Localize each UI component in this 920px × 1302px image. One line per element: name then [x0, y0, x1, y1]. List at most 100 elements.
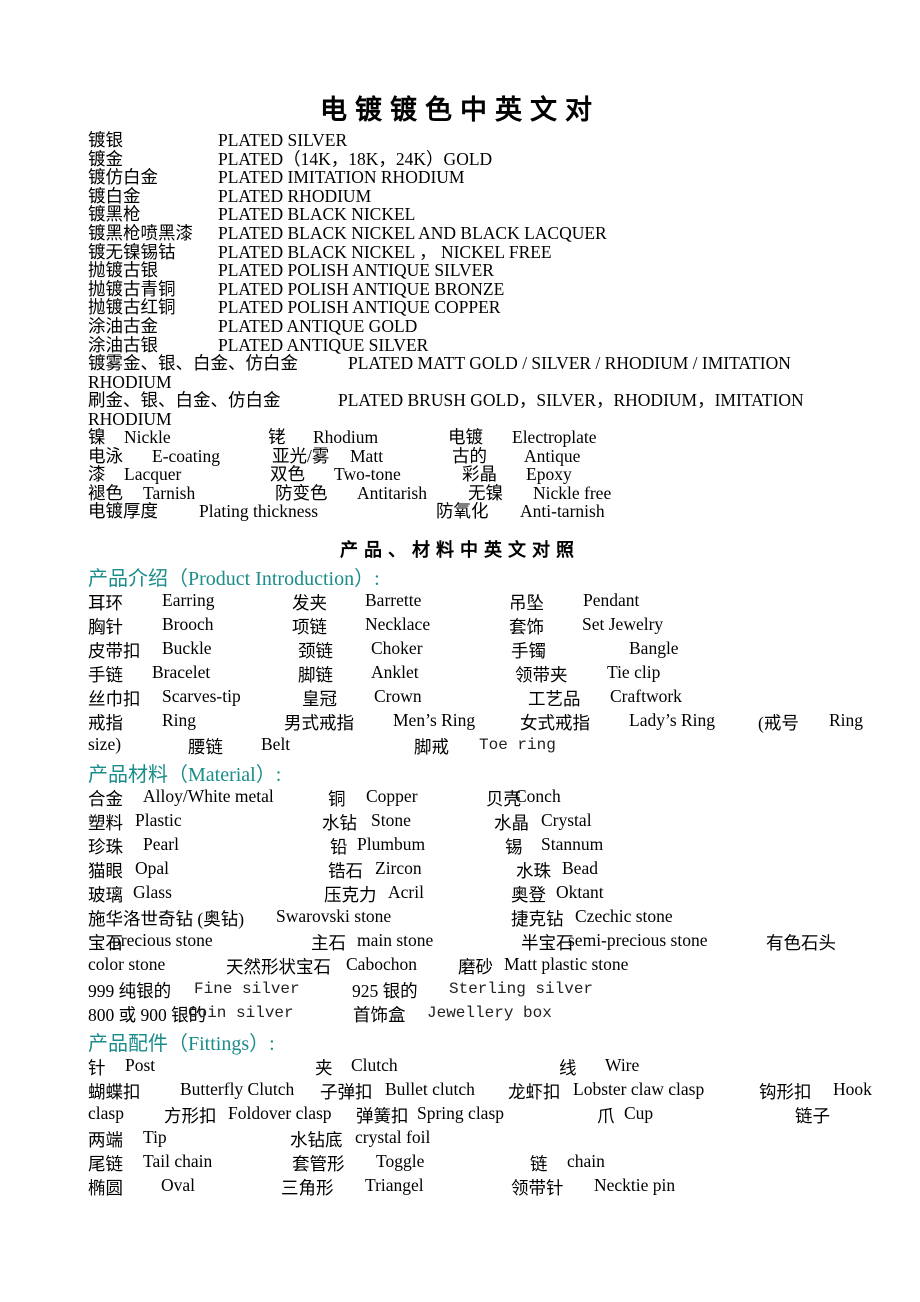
- term-english: Epoxy: [526, 464, 572, 485]
- term-english: Ring: [162, 710, 197, 730]
- term-chinese: 水钻: [322, 813, 357, 833]
- term-english: Swarovski stone: [276, 906, 392, 926]
- term-chinese: 奥登: [511, 885, 546, 905]
- term-english: PLATED SILVER: [218, 130, 348, 150]
- term-chinese: 半宝石: [521, 933, 574, 953]
- term-chinese: 发夹: [292, 593, 327, 613]
- term-chinese: 胸针: [88, 617, 123, 637]
- term-english: Barrette: [365, 590, 422, 610]
- term-chinese: 皇冠: [302, 689, 337, 709]
- term-chinese: 耳环: [88, 593, 123, 613]
- term-chinese: 抛镀古红铜: [88, 297, 176, 318]
- term-english: Antique: [524, 445, 581, 466]
- term-english: clasp: [88, 1103, 124, 1123]
- term-chinese: 镀银: [88, 130, 123, 150]
- term-chinese: 蝴蝶扣: [88, 1082, 141, 1102]
- term-chinese: 龙虾扣: [508, 1082, 561, 1102]
- section-subtitle: 产品、材料中英文对照: [340, 540, 580, 560]
- material-heading: 产品材料（Material）:: [88, 764, 282, 786]
- term-english: Plastic: [135, 810, 182, 830]
- term-chinese: 铅: [330, 837, 348, 857]
- term-chinese: 双色: [270, 464, 305, 485]
- term-chinese: 抛镀古青铜: [88, 278, 176, 299]
- term-chinese: 塑料: [88, 813, 123, 833]
- term-chinese: 针: [88, 1058, 106, 1078]
- term-english: Antitarish: [357, 482, 427, 503]
- term-english: Two-tone: [334, 464, 401, 485]
- term-english: Tarnish: [143, 482, 196, 503]
- term-english: Bracelet: [152, 662, 211, 682]
- term-chinese: 女式戒指: [520, 713, 590, 733]
- term-english: Stone: [371, 810, 411, 830]
- term-chinese: 999 纯银的: [88, 981, 172, 1001]
- term-chinese: 项链: [292, 617, 327, 637]
- term-english: Electroplate: [512, 427, 597, 447]
- term-english: PLATED POLISH ANTIQUE BRONZE: [218, 278, 505, 299]
- term-chinese: 三角形: [281, 1178, 334, 1198]
- term-chinese: 吊坠: [509, 593, 544, 613]
- term-english: Glass: [133, 882, 172, 902]
- term-chinese: 尾链: [88, 1154, 123, 1174]
- term-english: Anti-tarnish: [520, 501, 605, 522]
- term-english: Matt: [350, 445, 384, 466]
- term-chinese: 刷金、银、白金、仿白金: [88, 390, 281, 410]
- term-english: Crystal: [541, 810, 592, 830]
- term-english: Matt plastic stone: [504, 954, 629, 974]
- term-english: Necklace: [365, 614, 431, 634]
- term-english: Zircon: [375, 858, 422, 878]
- term-english: Opal: [135, 858, 170, 878]
- term-english: Craftwork: [610, 686, 682, 706]
- term-english: Pearl: [143, 834, 179, 854]
- term-chinese: 玻璃: [88, 885, 123, 905]
- term-english: PLATED POLISH ANTIQUE SILVER: [218, 260, 494, 281]
- term-english: PLATED ANTIQUE SILVER: [218, 334, 429, 355]
- term-chinese: 铜: [328, 789, 346, 809]
- term-chinese: 领带夹: [515, 665, 568, 685]
- term-english: Nickle: [124, 427, 171, 447]
- term-chinese: 男式戒指: [284, 713, 354, 733]
- term-english: Spring clasp: [417, 1103, 505, 1123]
- term-english-continued: RHODIUM: [88, 408, 172, 429]
- term-chinese: 古的: [452, 445, 487, 466]
- term-english: Oval: [161, 1175, 196, 1195]
- term-chinese: 925 银的: [352, 981, 418, 1001]
- term-english: Tie clip: [607, 662, 661, 682]
- term-english: Clutch: [351, 1055, 398, 1075]
- term-chinese: 弹簧扣: [356, 1106, 409, 1126]
- term-english: Pendant: [583, 590, 640, 610]
- term-chinese: 两端: [88, 1130, 123, 1150]
- term-english: PLATED POLISH ANTIQUE COPPER: [218, 297, 501, 318]
- term-english: Plating thickness: [199, 501, 319, 522]
- term-chinese: 领带针: [511, 1178, 564, 1198]
- term-chinese: 丝巾扣: [88, 689, 141, 709]
- term-english: Bangle: [629, 638, 679, 658]
- fittings-heading: 产品配件（Fittings）:: [88, 1033, 275, 1055]
- term-chinese: 镀金: [88, 148, 123, 169]
- term-chinese: 爪: [597, 1106, 615, 1126]
- term-english: PLATED RHODIUM: [218, 185, 372, 206]
- term-english: Alloy/White metal: [143, 786, 274, 806]
- term-chinese: 水晶: [494, 813, 529, 833]
- term-english: Oktant: [556, 882, 604, 902]
- term-english: semi-precious stone: [568, 930, 708, 950]
- term-english: PLATED MATT GOLD / SILVER / RHODIUM / IM…: [348, 353, 791, 373]
- term-chinese: 磨砂: [458, 957, 493, 977]
- term-english: Foldover clasp: [228, 1103, 332, 1123]
- term-chinese: 电泳: [88, 445, 123, 466]
- term-english: Belt: [261, 734, 291, 754]
- term-chinese: 电镀厚度: [88, 501, 158, 522]
- term-chinese: 涂油古银: [88, 334, 158, 355]
- term-english: Choker: [371, 638, 423, 658]
- term-chinese: 椭圆: [88, 1178, 123, 1198]
- term-chinese: 脚链: [298, 665, 333, 685]
- term-chinese: 钩形扣: [759, 1082, 812, 1102]
- term-english: E-coating: [152, 445, 221, 466]
- term-chinese: 皮带扣: [88, 641, 141, 661]
- term-english: Crown: [374, 686, 422, 706]
- term-chinese: 铑: [268, 427, 286, 447]
- term-chinese: 线: [559, 1058, 577, 1078]
- term-chinese: 镀仿白金: [88, 167, 158, 188]
- term-chinese: 工艺品: [528, 689, 581, 709]
- term-english: main stone: [357, 930, 434, 950]
- term-english: PLATED（14K，18K，24K）GOLD: [218, 148, 493, 169]
